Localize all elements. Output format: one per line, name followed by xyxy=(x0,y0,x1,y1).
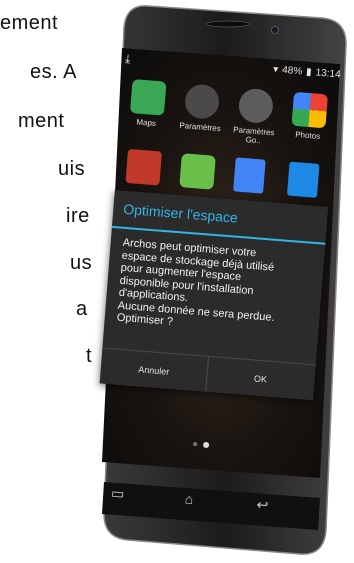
dialog-title: Optimiser l'espace xyxy=(122,200,239,226)
app-settings[interactable]: Paramètres xyxy=(174,83,230,134)
phone-device: ⤓ ▾ 48% ▮ 13:14 Maps Paramètres Paramètr… xyxy=(0,0,354,563)
app-label: Photos xyxy=(294,130,321,141)
earpiece-speaker xyxy=(205,20,251,28)
settings-gear-icon xyxy=(183,83,221,120)
app-google-settings[interactable]: Paramètres Go.. xyxy=(227,87,283,147)
app-label: Paramètres Go.. xyxy=(232,125,275,146)
app-label: Paramètres xyxy=(179,120,222,134)
docs-app-icon[interactable] xyxy=(233,157,266,194)
page-indicator xyxy=(189,441,219,449)
games-app-icon[interactable] xyxy=(179,153,216,190)
books-app-icon[interactable] xyxy=(286,161,320,198)
app-photos[interactable]: Photos xyxy=(281,91,337,142)
battery-icon: ▮ xyxy=(305,66,313,79)
front-camera xyxy=(271,26,279,34)
status-time: 13:14 xyxy=(315,67,342,81)
optimize-space-dialog: Optimiser l'espace Archos peut optimiser… xyxy=(99,190,329,402)
wifi-icon: ▾ xyxy=(272,64,279,76)
home-icon[interactable]: ⌂ xyxy=(184,491,194,508)
ok-button[interactable]: OK xyxy=(206,357,314,401)
page-dot-active xyxy=(202,441,210,449)
google-settings-icon xyxy=(237,87,275,125)
cancel-button[interactable]: Annuler xyxy=(99,348,210,393)
battery-percent: 48% xyxy=(281,64,303,78)
app-label: Maps xyxy=(136,117,157,129)
dialog-button-bar: Annuler OK xyxy=(99,347,316,402)
download-icon: ⤓ xyxy=(124,51,132,66)
film-app-icon[interactable] xyxy=(125,148,162,186)
photos-pinwheel-icon xyxy=(291,91,328,129)
recent-apps-icon[interactable]: ▭ xyxy=(110,485,124,503)
screen: ⤓ ▾ 48% ▮ 13:14 Maps Paramètres Paramètr… xyxy=(87,48,345,513)
page-dot xyxy=(193,441,198,447)
back-icon[interactable]: ↩ xyxy=(256,496,269,514)
dialog-message: Archos peut optimiser votre espace de st… xyxy=(116,236,275,328)
maps-icon xyxy=(129,79,167,116)
status-indicators: ▾ 48% ▮ 13:14 xyxy=(273,64,341,80)
app-maps[interactable]: Maps xyxy=(120,78,176,129)
